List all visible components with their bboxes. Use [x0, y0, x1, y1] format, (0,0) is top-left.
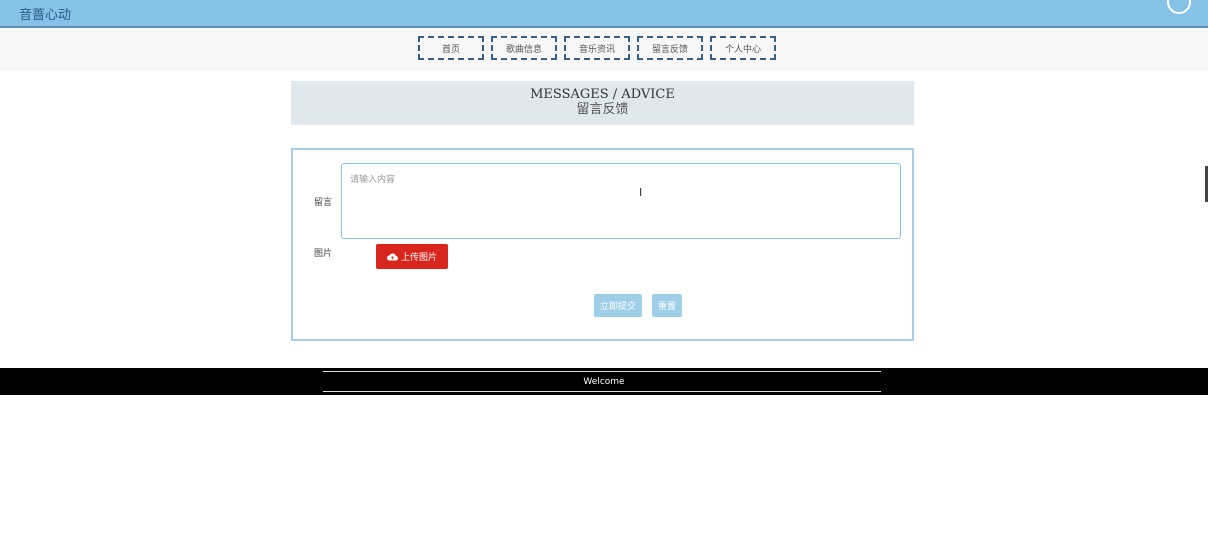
nav-item-feedback[interactable]: 留言反馈 [637, 36, 703, 60]
nav-item-songs[interactable]: 歌曲信息 [491, 36, 557, 60]
text-cursor-icon: I [639, 186, 643, 199]
upload-image-button[interactable]: 上传图片 [376, 244, 448, 269]
image-label: 图片 [314, 249, 333, 259]
page-title-en: MESSAGES / ADVICE [530, 87, 675, 102]
nav-item-profile[interactable]: 个人中心 [710, 36, 776, 60]
reset-button[interactable]: 重置 [652, 294, 682, 317]
page-banner: MESSAGES / ADVICE 留言反馈 [291, 81, 914, 125]
footer-text: Welcome [583, 377, 625, 387]
user-avatar-icon[interactable] [1167, 0, 1191, 14]
feedback-form: 留言 I 图片 上传图片 立即提交 重置 [291, 148, 914, 341]
cloud-upload-icon [386, 253, 398, 261]
submit-button[interactable]: 立即提交 [594, 294, 642, 317]
main-nav: 首页 歌曲信息 音乐资讯 留言反馈 个人中心 [0, 28, 1208, 71]
footer-divider-bottom [323, 391, 881, 392]
site-title[interactable]: 音蔷心动 [19, 4, 71, 23]
top-header-bar: 音蔷心动 [0, 0, 1208, 28]
message-textarea[interactable] [341, 163, 901, 239]
footer-divider-top [323, 371, 881, 372]
nav-item-news[interactable]: 音乐资讯 [564, 36, 630, 60]
nav-item-home[interactable]: 首页 [418, 36, 484, 60]
upload-button-label: 上传图片 [400, 253, 437, 263]
footer: Welcome [0, 368, 1208, 395]
page-title-cn: 留言反馈 [576, 102, 629, 117]
message-label: 留言 [314, 198, 333, 208]
